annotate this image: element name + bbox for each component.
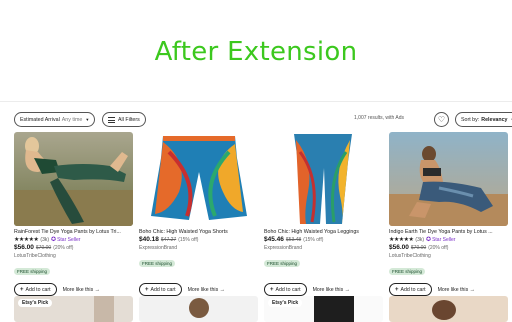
more-like-this-label: More like this: [312, 286, 344, 293]
more-like-this-label: More like this: [187, 286, 219, 293]
discount: (15% off): [303, 237, 324, 243]
free-shipping-badge: FREE shipping: [139, 260, 176, 267]
original-price: $53.48: [285, 237, 302, 243]
add-to-cart-button[interactable]: + Add to cart: [264, 283, 307, 296]
heart-icon: ♡: [437, 115, 446, 124]
product-title[interactable]: Indigo Earth Tie Dye Yoga Pants by Lotus…: [389, 229, 508, 236]
sort-dropdown[interactable]: Sort by: Relevancy ▼: [455, 112, 512, 127]
free-shipping-badge: FREE shipping: [14, 268, 51, 275]
product-card[interactable]: Boho Chic: High Waisted Yoga Shorts $40.…: [139, 132, 258, 296]
shop-name[interactable]: LotusTribeClothing: [14, 252, 133, 260]
free-shipping-badge: FREE shipping: [389, 268, 426, 275]
sort-value: Relevancy: [481, 116, 508, 123]
product-title[interactable]: RainForest Tie Dye Yoga Pants by Lotus T…: [14, 229, 133, 236]
divider: [0, 101, 512, 102]
estimated-arrival-dropdown[interactable]: Estimated Arrival Any time ▼: [14, 112, 96, 127]
add-to-cart-label: Add to cart: [275, 286, 301, 293]
favorite-search-button[interactable]: ♡: [434, 112, 449, 127]
review-count: (3k): [415, 237, 425, 243]
arrow-right-icon: →: [344, 286, 350, 293]
filters-icon: [108, 116, 115, 123]
more-like-this-link[interactable]: More like this →: [188, 287, 225, 293]
product-image[interactable]: [139, 296, 258, 322]
product-title[interactable]: Boho Chic: High Waisted Yoga Shorts: [139, 229, 258, 236]
plus-icon: +: [395, 286, 399, 293]
original-price: $70.00: [35, 245, 52, 251]
plus-icon: +: [20, 286, 24, 293]
star-seller-label: Star Seller: [57, 237, 81, 243]
arrow-right-icon: →: [94, 286, 100, 293]
more-like-this-label: More like this: [62, 286, 94, 293]
product-image[interactable]: [139, 132, 258, 226]
plus-icon: +: [270, 286, 274, 293]
search-toolbar: Estimated Arrival Any time ▼ All Filters…: [14, 112, 512, 128]
more-like-this-link[interactable]: More like this →: [438, 287, 475, 293]
add-to-cart-label: Add to cart: [400, 286, 426, 293]
free-shipping-badge: FREE shipping: [264, 260, 301, 267]
add-to-cart-button[interactable]: + Add to cart: [389, 283, 432, 296]
product-card[interactable]: Indigo Earth Tie Dye Yoga Pants by Lotus…: [389, 132, 508, 296]
arrival-label: Estimated Arrival: [20, 116, 60, 123]
star-rating-icon: ★★★★★: [14, 237, 39, 243]
product-title[interactable]: Boho Chic: High Waisted Yoga Leggings: [264, 229, 383, 236]
product-image[interactable]: [389, 296, 508, 322]
more-like-this-link[interactable]: More like this →: [63, 287, 100, 293]
chevron-down-icon: ▼: [85, 117, 90, 122]
product-image[interactable]: [389, 132, 508, 226]
price-row: $40.18 $47.27 (15% off): [139, 236, 258, 244]
product-image[interactable]: [264, 132, 383, 226]
shop-name[interactable]: ExpressionBrand: [264, 244, 383, 252]
more-like-this-label: More like this: [437, 286, 469, 293]
price-row: $45.46 $53.48 (15% off): [264, 236, 383, 244]
add-to-cart-label: Add to cart: [150, 286, 176, 293]
arrival-value: Any time: [61, 116, 83, 123]
shop-name[interactable]: LotusTribeClothing: [389, 252, 508, 260]
add-to-cart-button[interactable]: + Add to cart: [139, 283, 182, 296]
star-seller-icon: ✪: [51, 237, 57, 243]
rating-row: ★★★★★ (3k) ✪ Star Seller: [14, 236, 133, 244]
price: $56.00: [389, 244, 409, 251]
price: $40.18: [139, 236, 159, 243]
add-to-cart-button[interactable]: + Add to cart: [14, 283, 57, 296]
discount: (15% off): [178, 237, 199, 243]
original-price: $70.00: [410, 245, 427, 251]
hero-banner: After Extension: [0, 0, 512, 100]
arrow-right-icon: →: [469, 286, 475, 293]
arrow-right-icon: →: [219, 286, 225, 293]
price-row: $56.00 $70.00 (20% off): [389, 244, 508, 252]
star-seller-label: Star Seller: [432, 237, 456, 243]
add-to-cart-label: Add to cart: [25, 286, 51, 293]
more-like-this-link[interactable]: More like this →: [313, 287, 350, 293]
product-image[interactable]: Etsy's Pick: [14, 296, 133, 322]
discount: (20% off): [53, 245, 74, 251]
hero-title: After Extension: [154, 37, 358, 67]
sort-label: Sort by:: [461, 116, 480, 123]
original-price: $47.27: [160, 237, 177, 243]
product-image[interactable]: [14, 132, 133, 226]
plus-icon: +: [145, 286, 149, 293]
price: $45.46: [264, 236, 284, 243]
star-rating-icon: ★★★★★: [389, 237, 414, 243]
results-count: 1,007 results, with Ads: [354, 115, 405, 121]
price-row: $56.00 $70.00 (20% off): [14, 244, 133, 252]
price: $56.00: [14, 244, 34, 251]
star-seller-icon: ✪: [426, 237, 432, 243]
shop-name[interactable]: ExpressionBrand: [139, 244, 258, 252]
rating-row: ★★★★★ (3k) ✪ Star Seller: [389, 236, 508, 244]
all-filters-button[interactable]: All Filters: [102, 112, 146, 127]
all-filters-label: All Filters: [118, 116, 140, 123]
product-card[interactable]: Boho Chic: High Waisted Yoga Leggings $4…: [264, 132, 383, 296]
review-count: (3k): [40, 237, 50, 243]
product-image[interactable]: Etsy's Pick: [264, 296, 383, 322]
product-card[interactable]: RainForest Tie Dye Yoga Pants by Lotus T…: [14, 132, 133, 296]
discount: (20% off): [428, 245, 449, 251]
